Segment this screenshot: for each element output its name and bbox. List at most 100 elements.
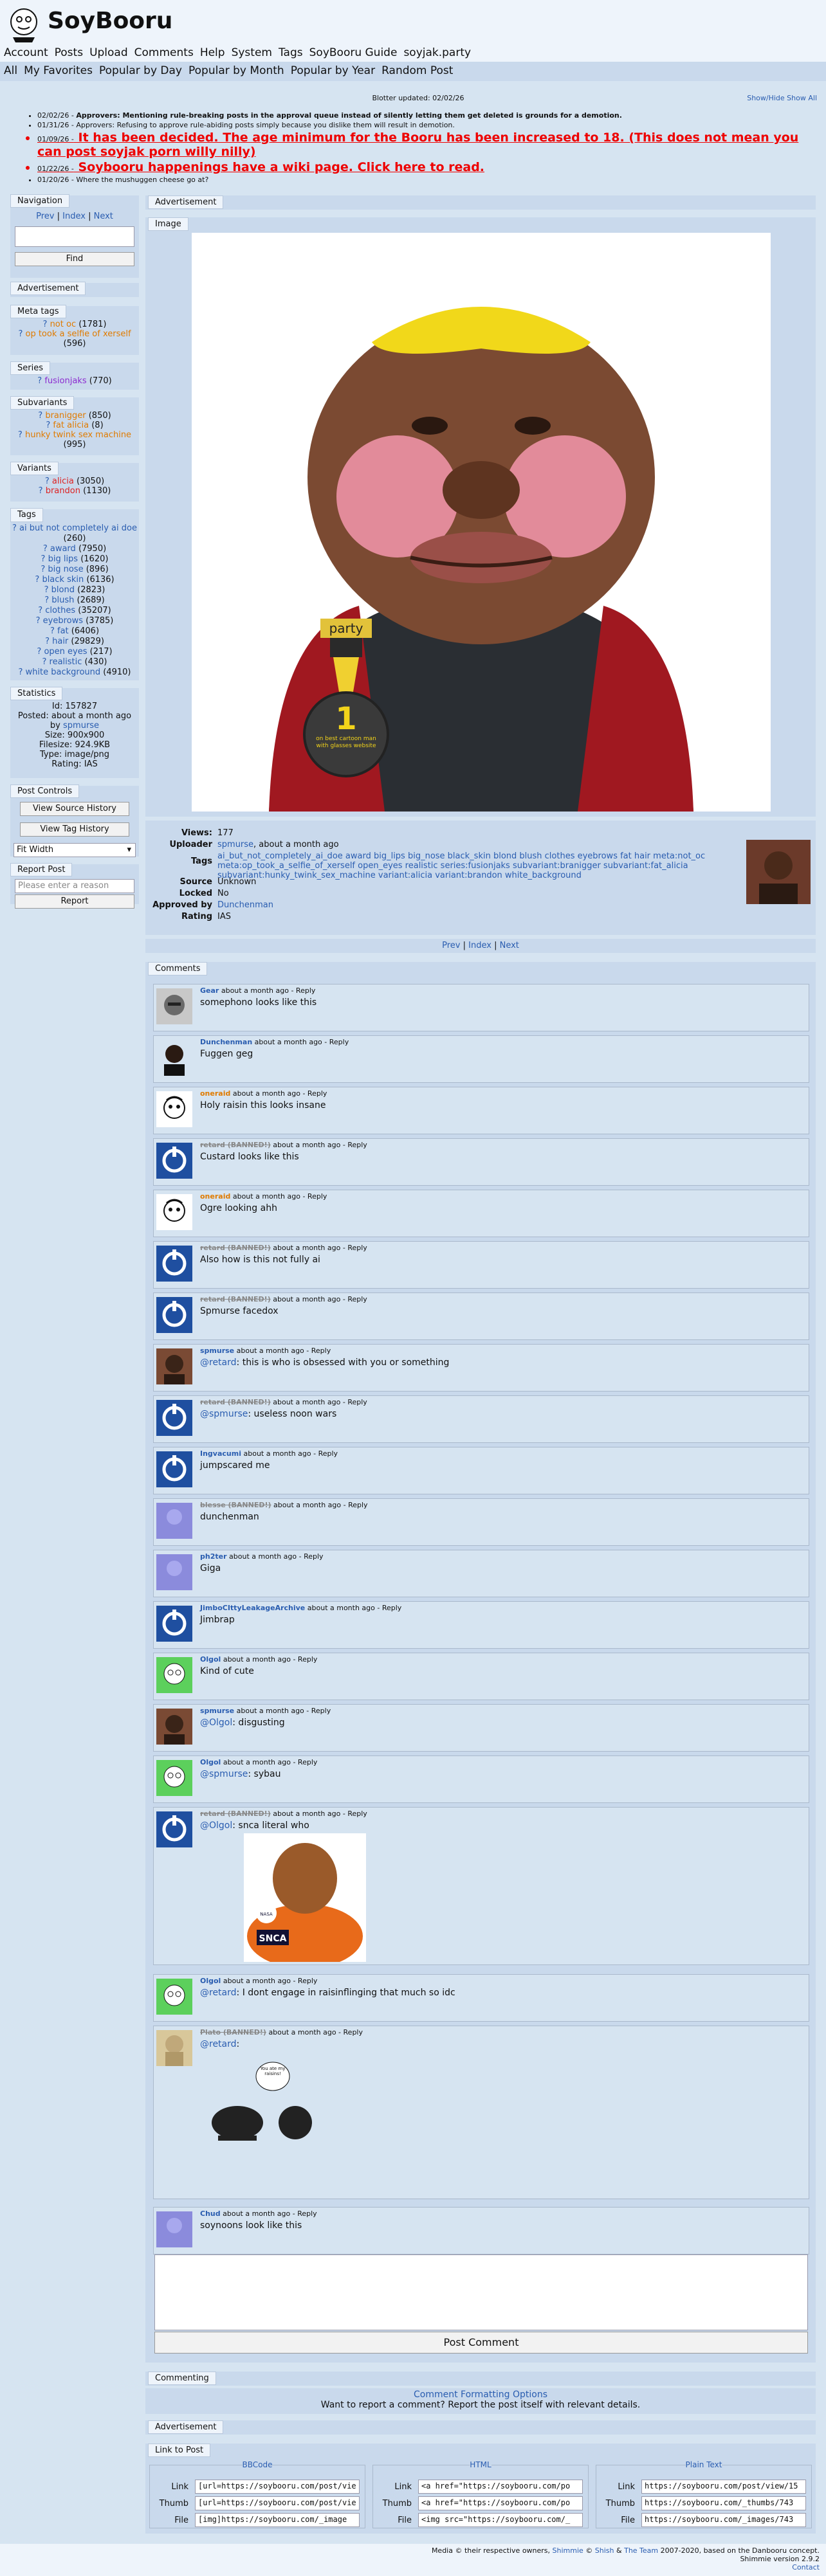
comment-avatar[interactable]: [156, 1400, 192, 1436]
subnav-popular-day[interactable]: Popular by Day: [99, 64, 182, 77]
blotter-entry-wiki[interactable]: 01/22/26 - Soybooru happenings have a wi…: [37, 160, 817, 174]
report-button[interactable]: Report: [15, 894, 134, 909]
subnav-random-post[interactable]: Random Post: [381, 64, 453, 77]
stat-uploader-link[interactable]: spmurse: [63, 721, 99, 730]
link-field[interactable]: <a href="https://soybooru.com/po: [418, 2496, 583, 2510]
comment-avatar[interactable]: [156, 1451, 192, 1487]
tag-item[interactable]: ? op took a selfie of xerself (596): [10, 329, 139, 349]
tag-item[interactable]: ? hunky twink sex machine (995): [10, 430, 139, 449]
subnav-popular-month[interactable]: Popular by Month: [188, 64, 284, 77]
tag-item[interactable]: ? brandon (1130): [10, 486, 139, 496]
comment-avatar[interactable]: [156, 1979, 192, 2015]
comment-avatar[interactable]: [156, 1040, 192, 1076]
tag-item[interactable]: ? alicia (3050): [10, 476, 139, 486]
link-field[interactable]: https://soybooru.com/post/view/15: [641, 2480, 806, 2494]
comment-user-link[interactable]: oneraid: [200, 1192, 230, 1201]
team-link[interactable]: The Team: [624, 2546, 658, 2555]
comment-user-link[interactable]: retard (BANNED!): [200, 1141, 271, 1149]
comment-image[interactable]: You ate my raisins!: [205, 2058, 321, 2155]
comment-user-link[interactable]: Olgol: [200, 1758, 221, 1766]
comment-avatar[interactable]: [156, 1503, 192, 1539]
link-field[interactable]: [img]https://soybooru.com/_image: [195, 2513, 360, 2527]
nav-account[interactable]: Account: [4, 46, 48, 59]
index-link[interactable]: Index: [62, 212, 86, 221]
comment-avatar[interactable]: [156, 1606, 192, 1642]
comment-avatar[interactable]: [156, 1091, 192, 1127]
comment-avatar[interactable]: [156, 1297, 192, 1333]
tag-item[interactable]: ? hair (29829): [10, 637, 139, 647]
report-reason-input[interactable]: Please enter a reason: [15, 879, 134, 893]
mention-link[interactable]: @spmurse: [200, 1409, 248, 1419]
comment-user-link[interactable]: oneraid: [200, 1089, 230, 1098]
tags-value[interactable]: ai_but_not_completely_ai_doe award big_l…: [217, 851, 739, 880]
tag-item[interactable]: ? fat (6406): [10, 626, 139, 637]
comment-user-link[interactable]: spmurse: [200, 1707, 234, 1715]
next-link[interactable]: Next: [500, 941, 519, 950]
link-field[interactable]: [url=https://soybooru.com/post/vie: [195, 2480, 360, 2494]
comment-user-link[interactable]: retard (BANNED!): [200, 1398, 271, 1406]
tag-item[interactable]: ? ai but not completely ai doe (260): [10, 523, 139, 544]
blotter-toggle[interactable]: Show/Hide Show All: [747, 94, 817, 102]
prev-link[interactable]: Prev: [442, 941, 460, 950]
nav-tags[interactable]: Tags: [279, 46, 303, 59]
comment-avatar[interactable]: [156, 1760, 192, 1796]
mention-link[interactable]: @spmurse: [200, 1769, 248, 1779]
link-field[interactable]: <a href="https://soybooru.com/po: [418, 2480, 583, 2494]
prev-link[interactable]: Prev: [36, 212, 54, 221]
fit-select[interactable]: Fit Width ▾: [14, 843, 136, 857]
tag-item[interactable]: ? big lips (1620): [10, 554, 139, 565]
nav-posts[interactable]: Posts: [55, 46, 83, 59]
view-source-history-button[interactable]: View Source History: [20, 802, 129, 816]
comment-avatar[interactable]: [156, 1348, 192, 1384]
comment-avatar[interactable]: [156, 1709, 192, 1745]
tag-item[interactable]: ? branigger (850): [10, 411, 139, 421]
tag-item[interactable]: ? open eyes (217): [10, 647, 139, 657]
comment-user-link[interactable]: retard (BANNED!): [200, 1244, 271, 1252]
tag-item[interactable]: ? not oc (1781): [10, 320, 139, 329]
comment-user-link[interactable]: JimboCIttyLeakageArchive: [200, 1604, 305, 1612]
contact-link[interactable]: Contact: [6, 2563, 820, 2571]
comment-user-link[interactable]: Dunchenman: [200, 1038, 252, 1046]
blotter-entry-alert[interactable]: 01/09/26 - It has been decided. The age …: [37, 131, 817, 159]
comment-user-link[interactable]: ph2ter: [200, 1552, 227, 1561]
comment-avatar[interactable]: [156, 1657, 192, 1693]
comment-formatting-link[interactable]: Comment Formatting Options: [145, 2388, 816, 2400]
tag-item[interactable]: ? blond (2823): [10, 585, 139, 595]
tag-item[interactable]: ? realistic (430): [10, 657, 139, 667]
subnav-popular-year[interactable]: Popular by Year: [291, 64, 375, 77]
link-field[interactable]: [url=https://soybooru.com/post/vie: [195, 2496, 360, 2510]
mention-link[interactable]: @retard: [200, 1357, 237, 1368]
comment-image[interactable]: SNCA NASA: [244, 1833, 366, 1962]
link-field[interactable]: https://soybooru.com/_images/743: [641, 2513, 806, 2527]
nav-comments[interactable]: Comments: [134, 46, 194, 59]
post-comment-button[interactable]: Post Comment: [154, 2332, 808, 2354]
approved-link[interactable]: Dunchenman: [217, 900, 273, 910]
comment-avatar[interactable]: [156, 1194, 192, 1230]
comment-user-link[interactable]: blesse (BANNED!): [200, 1501, 271, 1509]
link-field[interactable]: <img src="https://soybooru.com/_: [418, 2513, 583, 2527]
comment-avatar[interactable]: [156, 1143, 192, 1179]
tag-item[interactable]: ? award (7950): [10, 544, 139, 554]
site-title[interactable]: SoyBooru: [48, 8, 172, 34]
comment-textarea[interactable]: [154, 2254, 808, 2330]
mention-link[interactable]: @Olgol: [200, 1718, 232, 1728]
main-post-image[interactable]: party 1 on best cartoon man with glasses…: [192, 233, 771, 812]
shish-link[interactable]: Shish: [595, 2546, 614, 2555]
nav-system[interactable]: System: [232, 46, 272, 59]
link-field[interactable]: https://soybooru.com/_thumbs/743: [641, 2496, 806, 2510]
tag-item[interactable]: ? clothes (35207): [10, 606, 139, 616]
comment-avatar[interactable]: [156, 1554, 192, 1590]
tag-item[interactable]: ? fat alicia (8): [10, 421, 139, 430]
comment-avatar[interactable]: [156, 1246, 192, 1282]
subnav-favorites[interactable]: My Favorites: [24, 64, 93, 77]
tag-item[interactable]: ? blush (2689): [10, 595, 139, 606]
soyjak-logo-icon[interactable]: [4, 4, 44, 44]
nav-help[interactable]: Help: [200, 46, 225, 59]
tag-item[interactable]: ? fusionjaks (770): [10, 376, 139, 386]
tag-item[interactable]: ? black skin (6136): [10, 575, 139, 585]
comment-user-link[interactable]: Ingvacumi: [200, 1449, 241, 1458]
search-input[interactable]: [15, 226, 134, 247]
comment-avatar[interactable]: [156, 988, 192, 1024]
tag-item[interactable]: ? eyebrows (3785): [10, 616, 139, 626]
comment-user-link[interactable]: Gear: [200, 986, 219, 995]
